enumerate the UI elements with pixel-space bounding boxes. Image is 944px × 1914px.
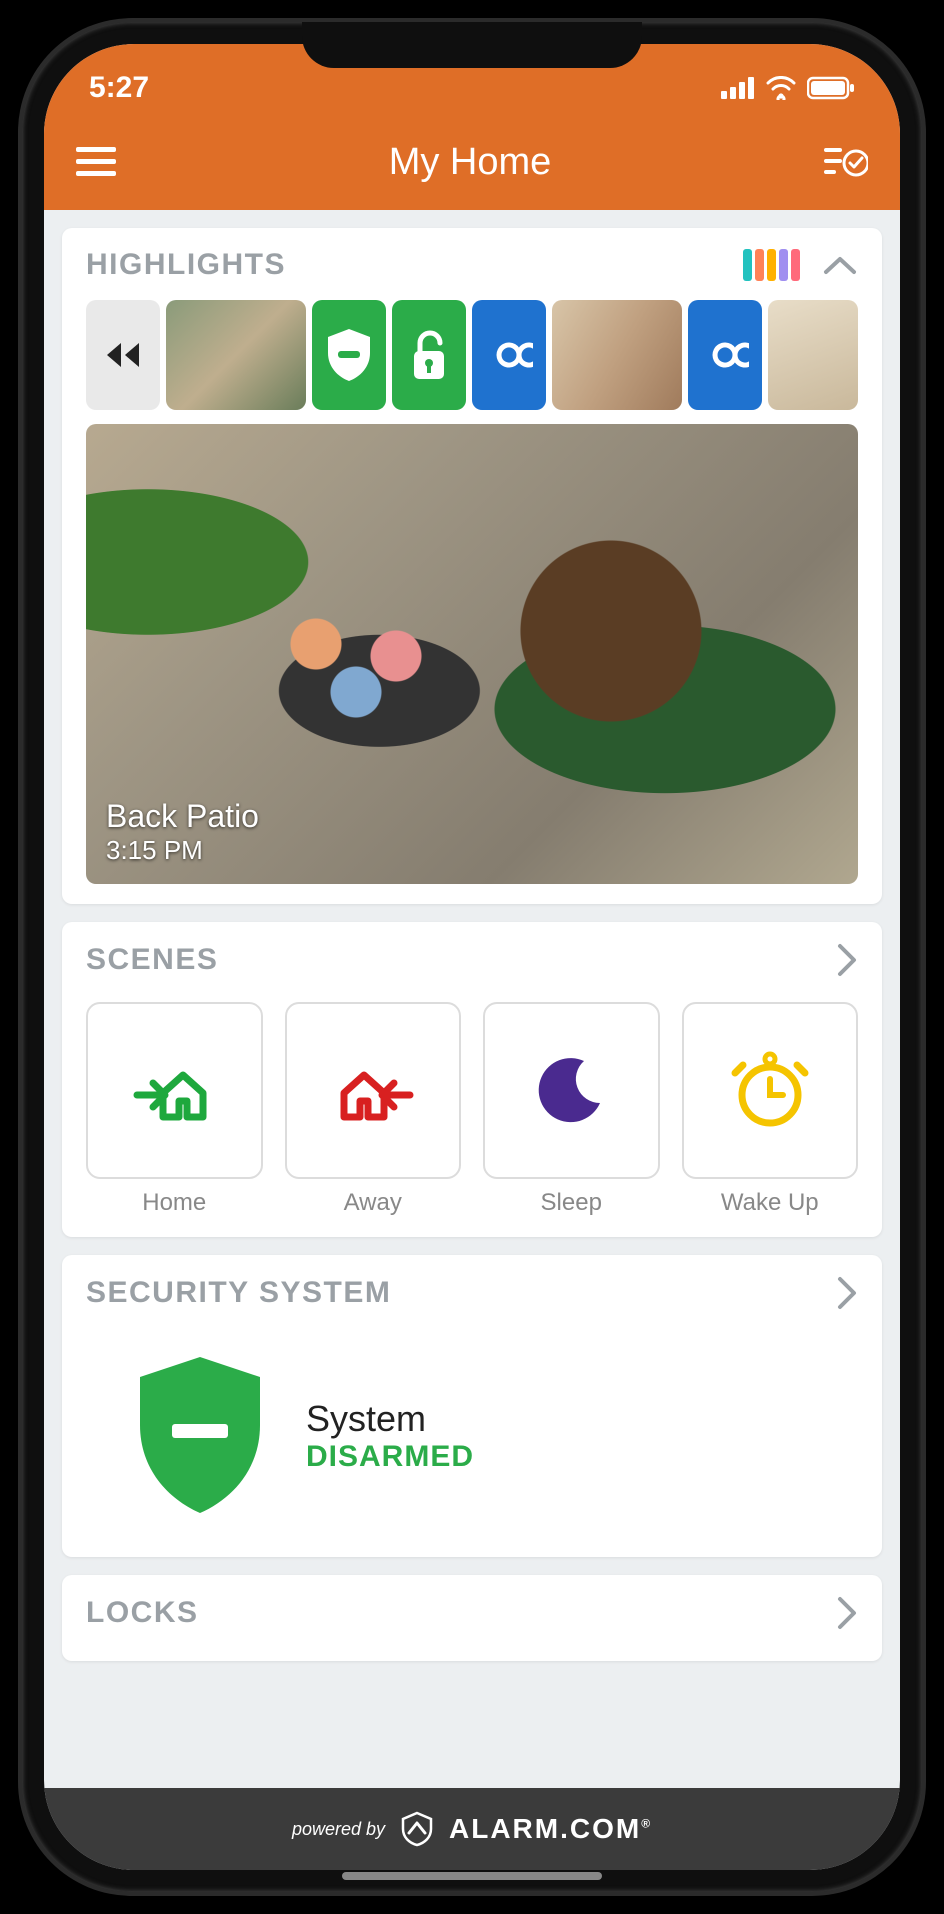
scene-label: Wake Up [721,1189,819,1217]
security-title: SECURITY SYSTEM [86,1276,391,1310]
timeline-link-event-2[interactable] [688,300,762,410]
footer-branding: powered by ALARM.COM® [44,1788,900,1870]
chevron-right-icon [836,1275,858,1311]
color-bar [743,249,752,281]
timeline-back-button[interactable] [86,300,160,410]
color-bar [755,249,764,281]
security-header[interactable]: SECURITY SYSTEM [86,1275,858,1311]
scene-wake-up[interactable]: Wake Up [682,1002,859,1217]
scene-home[interactable]: Home [86,1002,263,1217]
shield-minus-icon [324,325,374,385]
app-header: My Home [44,114,900,210]
moon-icon [483,1002,660,1179]
system-label: System [306,1398,474,1440]
wifi-icon [765,76,797,100]
timeline-security-event[interactable] [312,300,386,410]
highlights-card: HIGHLIGHTS [62,228,882,904]
color-bar [779,249,788,281]
highlights-timeline[interactable] [86,300,858,410]
collapse-highlights-button[interactable] [822,254,858,276]
scenes-header[interactable]: SCENES [86,942,858,978]
scenes-title: SCENES [86,943,218,977]
battery-icon [807,76,855,100]
security-status-row[interactable]: System DISARMED [86,1339,858,1537]
home-out-icon [285,1002,462,1179]
home-in-icon [86,1002,263,1179]
timeline-lock-event[interactable] [392,300,466,410]
camera-name-label: Back Patio [106,798,838,835]
hamburger-icon [76,147,116,177]
alarm-clock-icon [682,1002,859,1179]
unlock-icon [406,327,452,383]
cellular-signal-icon [721,77,755,99]
security-card: SECURITY SYSTEM System DISARMED [62,1255,882,1557]
timeline-thumb-patio[interactable] [166,300,306,410]
phone-screen: 5:27 My Home HIGHLIGHTS [44,44,900,1870]
scenes-card: SCENES Home Away Sleep Wake Up [62,922,882,1237]
home-indicator[interactable] [342,1872,602,1880]
customize-button[interactable] [824,145,868,179]
color-bar [791,249,800,281]
rewind-icon [103,339,143,371]
phone-notch [302,22,642,68]
color-bar [767,249,776,281]
timeline-thumb-living[interactable] [552,300,682,410]
page-title: My Home [389,141,552,184]
scene-sleep[interactable]: Sleep [483,1002,660,1217]
content-area: HIGHLIGHTS [44,210,900,1788]
chevron-right-icon [836,942,858,978]
scene-away[interactable]: Away [285,1002,462,1217]
locks-header[interactable]: LOCKS [86,1595,858,1631]
footer-prefix: powered by [292,1819,385,1840]
scene-label: Sleep [541,1189,602,1217]
highlights-title: HIGHLIGHTS [86,248,286,282]
scene-label: Home [142,1189,206,1217]
camera-time-label: 3:15 PM [106,835,838,866]
locks-card: LOCKS [62,1575,882,1661]
phone-frame: 5:27 My Home HIGHLIGHTS [22,22,922,1892]
footer-brand: ALARM.COM® [449,1813,652,1845]
alarm-logo-icon [399,1811,435,1847]
list-check-icon [824,145,868,179]
color-indicator-bars [743,249,800,281]
timeline-thumb-entry[interactable] [768,300,858,410]
link-loop-icon [485,331,533,379]
status-time: 5:27 [89,71,149,105]
timeline-link-event-1[interactable] [472,300,546,410]
link-loop-icon [701,331,749,379]
chevron-up-icon [822,254,858,276]
menu-button[interactable] [76,147,116,177]
chevron-right-icon [836,1595,858,1631]
status-indicators [721,76,855,100]
shield-disarmed-icon [130,1351,270,1521]
system-status: DISARMED [306,1440,474,1474]
main-camera-feed[interactable]: Back Patio 3:15 PM [86,424,858,884]
scene-label: Away [344,1189,402,1217]
locks-title: LOCKS [86,1596,199,1630]
